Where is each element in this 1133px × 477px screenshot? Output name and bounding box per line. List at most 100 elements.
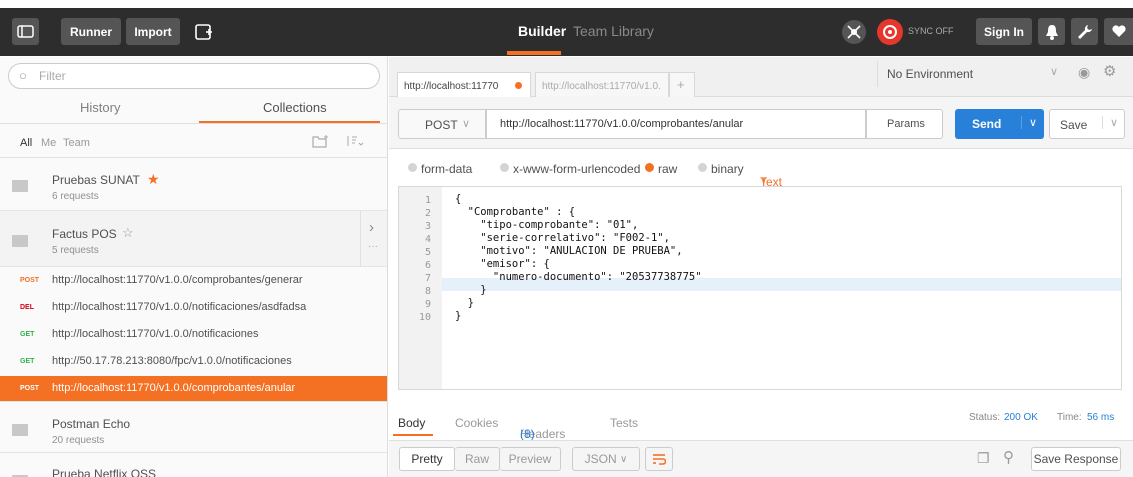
sign-in-button[interactable]: Sign In xyxy=(976,18,1032,45)
tab-collections[interactable]: Collections xyxy=(263,100,327,115)
send-button[interactable]: Send ∨ xyxy=(955,109,1044,139)
collection-item[interactable]: Prueba Netflix OSS xyxy=(0,453,387,477)
method-select[interactable]: POST ∨ xyxy=(398,109,486,139)
pretty-label: Pretty xyxy=(411,452,443,466)
scope-all[interactable]: All xyxy=(20,137,32,149)
collection-item[interactable]: Factus POS ☆ 5 requests › ··· xyxy=(0,211,387,267)
url-bar: POST ∨ http://localhost:11770/v1.0.0/com… xyxy=(389,97,1133,149)
method-label: POST xyxy=(425,118,458,132)
gear-icon[interactable]: ⚙ xyxy=(1103,62,1116,80)
params-label: Params xyxy=(887,118,925,130)
tab-cookies[interactable]: Cookies xyxy=(455,416,498,430)
sync-button[interactable] xyxy=(877,19,903,45)
environment-select[interactable]: No Environment ∨ xyxy=(877,61,1068,87)
body-editor[interactable]: 1 2 3 4 5 6 7 8 9 10 { "Comprobante" : {… xyxy=(398,186,1122,390)
format-label: JSON xyxy=(584,452,617,466)
radio-form-data[interactable] xyxy=(408,163,417,172)
line-number: 1 xyxy=(424,195,431,206)
sidebar-toggle-button[interactable] xyxy=(12,18,39,45)
satellite-icon xyxy=(847,25,861,39)
radio-binary[interactable] xyxy=(698,163,707,172)
request-item[interactable]: GET http://50.17.78.213:8080/fpc/v1.0.0/… xyxy=(0,349,387,375)
notifications-button[interactable] xyxy=(1038,18,1065,45)
save-dropdown-chevron-icon[interactable]: ∨ xyxy=(1102,116,1118,129)
method-badge: DEL xyxy=(20,304,34,311)
chevron-down-icon: ∨ xyxy=(620,453,628,465)
expand-collection-button[interactable]: › ··· xyxy=(360,211,387,267)
send-dropdown-chevron-icon[interactable]: ∨ xyxy=(1021,116,1037,129)
url-input[interactable]: http://localhost:11770/v1.0.0/comprobant… xyxy=(486,109,866,139)
favorite-star-outline-icon[interactable]: ☆ xyxy=(122,225,134,241)
request-tab-active[interactable]: http://localhost:11770 xyxy=(397,72,531,98)
code-line: } xyxy=(455,297,474,309)
collection-name: Postman Echo xyxy=(52,417,131,431)
code-line: } xyxy=(455,310,462,322)
preview-button[interactable]: Preview xyxy=(500,447,561,471)
sort-icon[interactable] xyxy=(345,134,365,148)
params-button[interactable]: Params xyxy=(866,109,943,139)
sync-status-label: SYNC OFF xyxy=(908,26,954,36)
chevron-right-icon: › xyxy=(369,219,374,236)
pretty-button[interactable]: Pretty xyxy=(399,447,455,471)
request-item[interactable]: GET http://localhost:11770/v1.0.0/notifi… xyxy=(0,322,387,348)
import-button[interactable]: Import xyxy=(126,18,180,45)
code-line: "tipo-comprobante": "01", xyxy=(455,219,639,231)
request-url: http://localhost:11770/v1.0.0/comprobant… xyxy=(52,274,303,286)
request-item[interactable]: POST http://localhost:11770/v1.0.0/compr… xyxy=(0,268,387,294)
option-form-data[interactable]: form-data xyxy=(421,162,472,176)
format-select[interactable]: JSON ∨ xyxy=(572,447,640,471)
copy-icon[interactable]: ❐ xyxy=(977,450,990,467)
collection-item[interactable]: Pruebas SUNAT ★ 6 requests xyxy=(0,158,387,211)
main-panel: http://localhost:11770 http://localhost:… xyxy=(389,57,1133,477)
tab-tests[interactable]: Tests xyxy=(610,416,638,430)
response-tabs: Body Cookies Headers (8) Tests Status: 2… xyxy=(389,405,1133,441)
save-button[interactable]: Save ∨ xyxy=(1049,109,1125,139)
search-icon[interactable]: ⚲ xyxy=(1003,448,1014,466)
request-item-selected[interactable]: POST http://localhost:11770/v1.0.0/compr… xyxy=(0,376,387,401)
interceptor-button[interactable] xyxy=(842,20,866,44)
wrap-lines-button[interactable] xyxy=(645,447,673,471)
more-options-icon: ··· xyxy=(368,241,378,252)
save-response-button[interactable]: Save Response xyxy=(1031,447,1121,471)
request-tab[interactable]: http://localhost:11770/v1.0. xyxy=(535,72,669,98)
collection-name: Pruebas SUNAT xyxy=(52,173,140,187)
collection-item[interactable]: Postman Echo 20 requests xyxy=(0,401,387,453)
eye-icon[interactable]: ◉ xyxy=(1078,64,1090,81)
method-badge: GET xyxy=(20,358,35,365)
tab-builder[interactable]: Builder xyxy=(518,23,566,39)
folder-icon xyxy=(12,424,28,436)
settings-button[interactable] xyxy=(1071,18,1098,45)
radio-urlencoded[interactable] xyxy=(500,163,509,172)
collection-request-count: 20 requests xyxy=(52,435,105,446)
raw-button[interactable]: Raw xyxy=(455,447,500,471)
filter-input[interactable]: ○ Filter xyxy=(8,63,380,89)
option-binary[interactable]: binary xyxy=(711,162,744,176)
line-number: 5 xyxy=(424,247,431,258)
collection-name: Prueba Netflix OSS xyxy=(52,467,157,477)
wrench-icon xyxy=(1077,24,1092,39)
filter-placeholder: Filter xyxy=(39,69,66,83)
request-item[interactable]: DEL http://localhost:11770/v1.0.0/notifi… xyxy=(0,295,387,321)
tab-history[interactable]: History xyxy=(80,100,120,115)
scope-team[interactable]: Team xyxy=(63,137,90,149)
tab-body[interactable]: Body xyxy=(398,416,425,430)
favorite-star-icon[interactable]: ★ xyxy=(147,171,160,188)
option-raw[interactable]: raw xyxy=(658,162,677,176)
option-urlencoded[interactable]: x-www-form-urlencoded xyxy=(513,162,640,176)
runner-button[interactable]: Runner xyxy=(61,18,121,45)
wrap-icon xyxy=(653,454,666,465)
save-response-label: Save Response xyxy=(1033,452,1119,466)
favorite-button[interactable] xyxy=(1104,18,1133,45)
radio-raw[interactable] xyxy=(645,163,654,172)
scope-me[interactable]: Me xyxy=(41,137,56,149)
line-number: 9 xyxy=(424,299,431,310)
sidebar-tabs: History Collections xyxy=(0,94,387,124)
method-badge: POST xyxy=(20,277,40,284)
status-label: Status: xyxy=(969,412,1001,423)
new-collection-icon[interactable] xyxy=(312,134,330,148)
new-window-button[interactable] xyxy=(190,18,217,45)
tab-team-library[interactable]: Team Library xyxy=(573,23,654,39)
line-number: 2 xyxy=(424,208,431,219)
request-url: http://localhost:11770/v1.0.0/comprobant… xyxy=(52,382,296,394)
new-tab-button[interactable]: + xyxy=(669,72,695,98)
